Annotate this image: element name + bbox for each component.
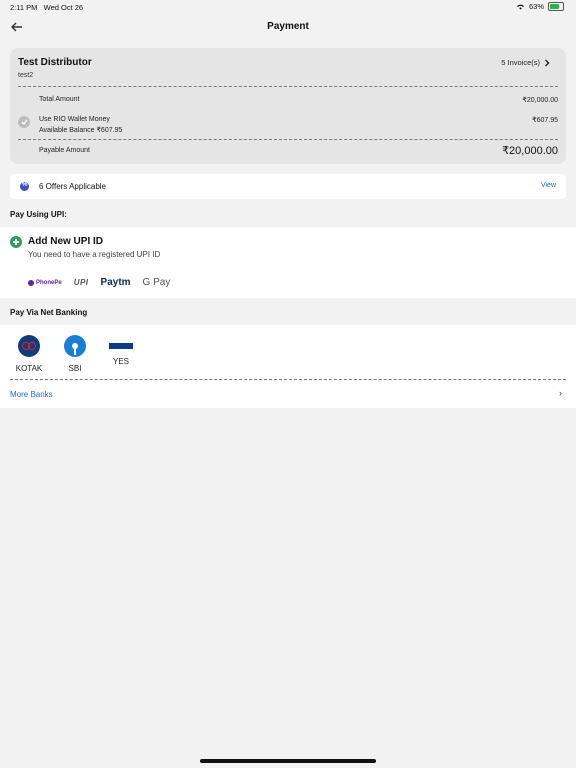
- view-offers-link[interactable]: View: [541, 182, 556, 189]
- bank-name: YES: [112, 357, 129, 366]
- payable-amount-value: ₹20,000.00: [502, 145, 558, 157]
- bank-yes[interactable]: YES: [101, 335, 141, 366]
- nav-header: Payment: [0, 14, 576, 40]
- invoices-link[interactable]: 5 Invoice(s): [501, 58, 550, 67]
- bank-kotak[interactable]: KOTAK: [9, 335, 49, 373]
- upi-section-title: Pay Using UPI:: [10, 210, 67, 219]
- add-circle-icon[interactable]: [10, 236, 22, 248]
- net-banking-panel: KOTAK SBI YES More Banks ›: [0, 325, 576, 408]
- upi-logo: UPI: [73, 278, 89, 287]
- status-right: 63%: [516, 2, 564, 11]
- sbi-logo-icon: [64, 335, 86, 357]
- wallet-amount: ₹607.95: [532, 117, 558, 124]
- chevron-right-icon[interactable]: ›: [559, 388, 562, 398]
- upi-app-logos: PhonePe UPI Paytm G Pay: [28, 277, 170, 288]
- bank-name: SBI: [68, 364, 82, 373]
- wallet-balance: Available Balance ₹607.95: [39, 127, 123, 134]
- wifi-icon: [516, 4, 524, 10]
- bank-name: KOTAK: [15, 364, 43, 373]
- paytm-logo: Paytm: [100, 277, 131, 288]
- gpay-logo: G Pay: [142, 277, 171, 288]
- battery-icon: [548, 2, 564, 11]
- offers-row[interactable]: 6 Offers Applicable View: [10, 174, 566, 199]
- page-title: Payment: [267, 21, 309, 32]
- check-icon: [21, 119, 28, 125]
- status-bar: 2:11 PM Wed Oct 26 63%: [0, 0, 576, 14]
- total-amount-value: ₹20,000.00: [522, 97, 558, 104]
- bank-sbi[interactable]: SBI: [55, 335, 95, 373]
- battery-percent: 63%: [528, 2, 544, 11]
- net-banking-section-title: Pay Via Net Banking: [10, 308, 88, 317]
- distributor-name: Test Distributor: [18, 57, 92, 68]
- home-indicator: [200, 759, 376, 763]
- upi-panel: Add New UPI ID You need to have a regist…: [0, 227, 576, 298]
- kotak-logo-icon: [18, 335, 40, 357]
- offer-percent-icon: [20, 182, 29, 191]
- status-time: 2:11 PM Wed Oct 26: [10, 3, 84, 12]
- wallet-checkbox[interactable]: [18, 116, 30, 128]
- divider: [18, 86, 558, 87]
- phonepe-logo: PhonePe: [28, 279, 62, 286]
- yes-bank-logo-icon: [109, 343, 133, 349]
- add-upi-hint: You need to have a registered UPI ID: [28, 250, 161, 259]
- divider: [18, 139, 558, 140]
- payable-amount-label: Payable Amount: [39, 147, 90, 154]
- total-amount-label: Total Amount: [39, 96, 80, 103]
- wallet-label: Use RIO Wallet Money: [39, 116, 110, 123]
- divider: [10, 379, 566, 380]
- invoices-label: 5 Invoice(s): [501, 58, 540, 67]
- add-upi-id-button[interactable]: Add New UPI ID: [28, 236, 103, 247]
- chevron-right-icon: [545, 59, 550, 66]
- offers-text: 6 Offers Applicable: [39, 182, 107, 191]
- more-banks-link[interactable]: More Banks: [10, 390, 53, 399]
- distributor-code: test2: [18, 72, 34, 79]
- payment-summary-card: Test Distributor test2 5 Invoice(s) Tota…: [10, 48, 566, 164]
